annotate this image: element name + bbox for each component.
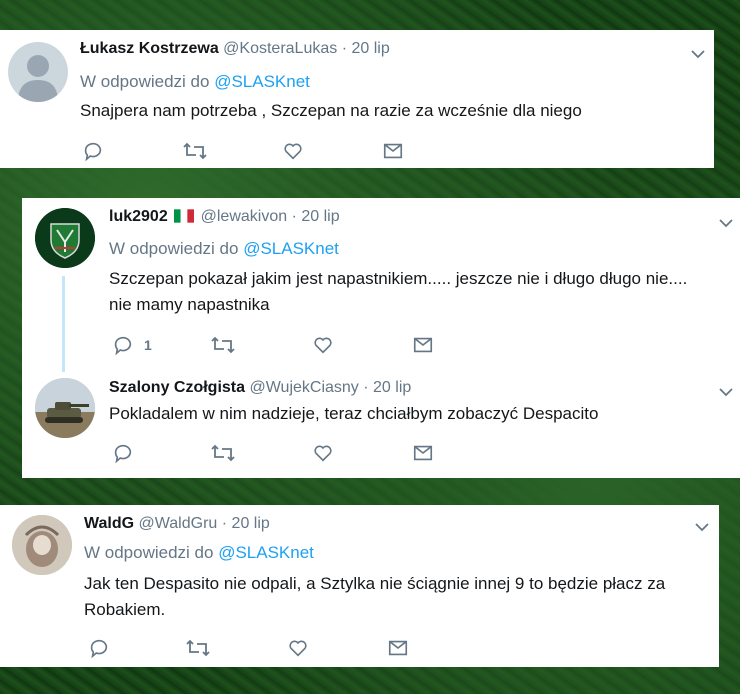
reply-to-link[interactable]: @SLASKnet [243, 239, 339, 258]
retweet-button[interactable] [210, 442, 236, 464]
retweet-icon [211, 444, 235, 462]
user-name[interactable]: Szalony Czołgista [109, 379, 245, 396]
tweet-time[interactable]: 20 lip [373, 379, 411, 396]
retweet-icon [183, 142, 207, 160]
reply-button[interactable] [88, 637, 110, 659]
dm-button[interactable] [412, 442, 434, 464]
user-handle[interactable]: @WujekCiasny [249, 379, 358, 396]
heart-icon [314, 337, 332, 354]
tweet-header: luk2902 @lewakivon · 20 lip [109, 208, 340, 228]
reply-icon [114, 336, 132, 356]
tweet-header: WaldG @WaldGru · 20 lip [84, 515, 270, 533]
tweet-card-2: luk2902 @lewakivon · 20 lip W odpowiedzi… [22, 198, 740, 478]
tweet-text: Snajpera nam potrzeba , Szczepan na razi… [80, 101, 582, 120]
like-button[interactable] [312, 442, 334, 464]
chevron-down-icon[interactable] [718, 215, 734, 231]
tweet-header: Łukasz Kostrzewa @KosteraLukas · 20 lip [80, 40, 390, 58]
separator-dot: · [363, 379, 369, 396]
tweet-header: Szalony Czołgista @WujekCiasny · 20 lip [109, 379, 411, 397]
user-handle[interactable]: @KosteraLukas [223, 40, 337, 57]
reply-button[interactable] [112, 442, 134, 464]
reply-icon [114, 444, 132, 464]
default-avatar-icon [18, 55, 58, 102]
user-handle[interactable]: @WaldGru [139, 515, 218, 532]
heart-icon [284, 143, 302, 160]
reply-icon [90, 639, 108, 659]
tweet[interactable]: Łukasz Kostrzewa @KosteraLukas · 20 lip … [0, 30, 714, 168]
tweet-card-1: Łukasz Kostrzewa @KosteraLukas · 20 lip … [0, 30, 714, 168]
tweet[interactable]: Szalony Czołgista @WujekCiasny · 20 lip … [22, 366, 740, 478]
envelope-icon [413, 445, 433, 461]
club-crest-icon [35, 208, 95, 268]
chevron-down-icon[interactable] [718, 384, 734, 400]
like-button[interactable] [287, 637, 309, 659]
user-photo-icon [12, 515, 72, 575]
reply-context: W odpowiedzi do @SLASKnet [84, 543, 314, 563]
tweet-actions [112, 442, 442, 466]
reply-icon [84, 142, 102, 162]
chevron-down-icon[interactable] [690, 46, 706, 62]
retweet-icon [186, 639, 210, 657]
separator-dot: · [291, 208, 297, 225]
tweet-card-3: WaldG @WaldGru · 20 lip W odpowiedzi do … [0, 505, 719, 667]
avatar-luk2902[interactable] [35, 208, 95, 268]
tweet-time[interactable]: 20 lip [301, 208, 339, 225]
retweet-button[interactable] [185, 637, 211, 659]
retweet-button[interactable] [182, 140, 208, 162]
tweet-actions [82, 140, 412, 164]
chevron-down-icon[interactable] [694, 519, 710, 535]
envelope-icon [413, 337, 433, 353]
reply-button[interactable]: 1 [112, 334, 152, 356]
avatar-waldg[interactable] [12, 515, 72, 575]
tweet-text: Jak ten Despasito nie odpali, a Sztylka … [84, 574, 666, 619]
retweet-icon [211, 336, 235, 354]
heart-icon [314, 445, 332, 462]
like-button[interactable] [282, 140, 304, 162]
user-name[interactable]: luk2902 [109, 208, 168, 225]
tank-icon [35, 378, 95, 438]
reply-prefix: W odpowiedzi do [84, 543, 214, 562]
reply-button[interactable] [82, 140, 104, 162]
reply-prefix: W odpowiedzi do [109, 239, 239, 258]
avatar-default[interactable] [8, 42, 68, 102]
reply-count: 1 [144, 337, 152, 353]
retweet-button[interactable] [210, 334, 236, 356]
reply-context: W odpowiedzi do @SLASKnet [109, 239, 339, 259]
tweet-time[interactable]: 20 lip [351, 40, 389, 57]
dm-button[interactable] [387, 637, 409, 659]
tweet-text: Szczepan pokazał jakim jest napastnikiem… [109, 269, 688, 314]
dm-button[interactable] [382, 140, 404, 162]
tweet-actions [88, 637, 418, 661]
tweet[interactable]: WaldG @WaldGru · 20 lip W odpowiedzi do … [0, 505, 719, 667]
tweet-actions: 1 [112, 334, 442, 358]
separator-dot: · [341, 40, 348, 57]
user-name[interactable]: WaldG [84, 515, 134, 532]
like-button[interactable] [312, 334, 334, 356]
heart-icon [289, 640, 307, 657]
dm-button[interactable] [412, 334, 434, 356]
separator-dot: · [221, 515, 228, 532]
reply-to-link[interactable]: @SLASKnet [214, 72, 310, 91]
tweet[interactable]: luk2902 @lewakivon · 20 lip W odpowiedzi… [22, 198, 740, 366]
reply-prefix: W odpowiedzi do [80, 72, 210, 91]
envelope-icon [388, 640, 408, 656]
avatar-szalony-czolgista[interactable] [35, 378, 95, 438]
tweet-time[interactable]: 20 lip [232, 515, 270, 532]
envelope-icon [383, 143, 403, 159]
reply-to-link[interactable]: @SLASKnet [218, 543, 314, 562]
user-name[interactable]: Łukasz Kostrzewa [80, 40, 219, 57]
italy-flag [174, 209, 195, 228]
tweet-text: Pokladalem w nim nadzieje, teraz chciałb… [109, 404, 599, 423]
user-handle[interactable]: @lewakivon [201, 208, 288, 225]
reply-context: W odpowiedzi do @SLASKnet [80, 72, 310, 92]
